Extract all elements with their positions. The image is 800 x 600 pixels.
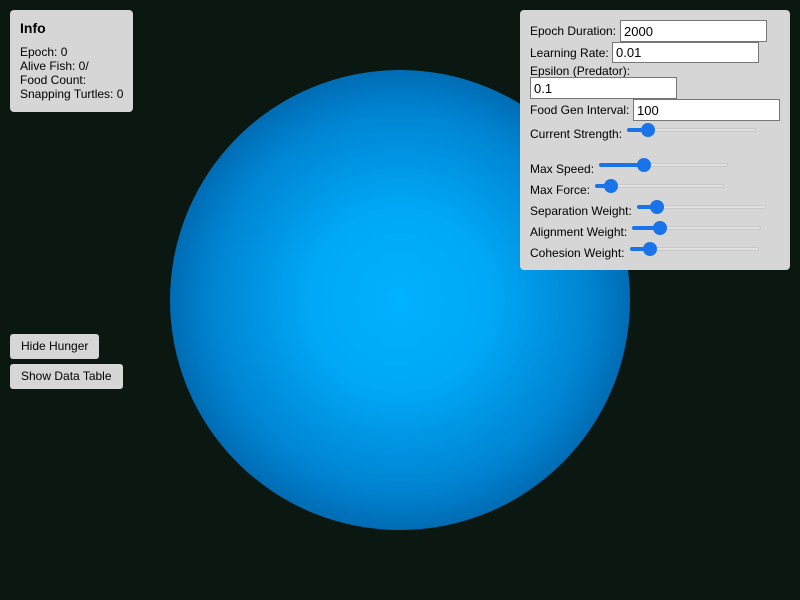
slider-thumb[interactable] [640,123,655,137]
slider-thumb[interactable] [636,158,651,172]
epoch-duration-input[interactable] [620,20,767,42]
epoch-readout: Epoch: 0 [20,45,68,59]
separation-weight-label: Separation Weight: [530,204,632,218]
slider-thumb[interactable] [604,179,619,193]
controls-panel: Epoch Duration: Learning Rate: Epsilon (… [520,10,790,270]
cohesion-weight-slider[interactable] [630,240,759,258]
epoch-duration-label: Epoch Duration: [530,24,617,38]
max-force-label: Max Force: [530,183,591,197]
separation-weight-slider[interactable] [637,198,766,216]
alignment-weight-slider[interactable] [632,219,761,237]
info-title: Info [20,20,46,36]
alignment-weight-label: Alignment Weight: [530,225,628,239]
cohesion-weight-label: Cohesion Weight: [530,246,625,260]
food-count-readout: Food Count: [20,73,87,87]
slider-thumb[interactable] [652,221,667,235]
max-force-slider[interactable] [595,177,724,195]
epsilon-input[interactable] [530,77,677,99]
food-gen-interval-label: Food Gen Interval: [530,103,630,117]
alive-fish-readout: Alive Fish: 0/ [20,59,89,73]
snapping-turtles-readout: Snapping Turtles: 0 [20,87,124,101]
epsilon-label: Epsilon (Predator): [530,64,631,78]
food-gen-interval-input[interactable] [633,99,780,121]
current-strength-label: Current Strength: [530,127,623,141]
hide-hunger-button[interactable]: Hide Hunger [10,334,100,359]
info-panel: Info Epoch: 0 Alive Fish: 0/ Food Count:… [10,10,133,112]
slider-thumb[interactable] [649,200,664,214]
current-strength-slider[interactable] [627,121,756,139]
show-data-table-button[interactable]: Show Data Table [10,364,123,389]
max-speed-label: Max Speed: [530,162,595,176]
learning-rate-input[interactable] [612,42,759,63]
max-speed-slider[interactable] [599,156,728,174]
learning-rate-label: Learning Rate: [530,46,609,60]
simulation-stage: Info Epoch: 0 Alive Fish: 0/ Food Count:… [0,0,800,600]
slider-thumb[interactable] [642,242,657,256]
